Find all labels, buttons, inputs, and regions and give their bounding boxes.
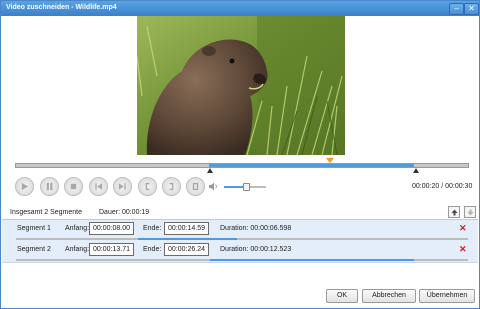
bracket-left-icon <box>145 182 150 191</box>
title-bar: Video zuschneiden - Wildlife.mp4 ‒ ✕ <box>1 1 479 16</box>
end-time-field[interactable]: 00:00:26.24 <box>164 243 209 256</box>
end-time-field[interactable]: 00:00:14.59 <box>164 222 209 235</box>
selection-start-marker[interactable] <box>207 168 213 173</box>
next-frame-button[interactable] <box>113 177 132 196</box>
start-time-field[interactable]: 00:00:08.00 <box>89 222 134 235</box>
volume-icon[interactable] <box>208 182 218 191</box>
video-preview <box>137 16 345 155</box>
move-segment-down-button[interactable] <box>464 206 476 218</box>
volume-level <box>224 186 243 188</box>
skip-back-icon <box>95 183 103 190</box>
move-segment-up-button[interactable] <box>448 206 460 218</box>
set-start-button[interactable] <box>138 177 157 196</box>
apply-button[interactable]: Übernehmen <box>419 289 475 303</box>
volume-slider-handle[interactable] <box>243 183 250 191</box>
video-frame-image <box>137 16 345 155</box>
start-label: Anfang: <box>65 225 90 232</box>
segment-name: Segment 1 <box>17 225 51 232</box>
timeline-selection <box>209 164 414 167</box>
play-segment-button[interactable] <box>186 177 205 196</box>
segment-duration: Duration: 00:00:12.523 <box>220 246 292 253</box>
timeline-seekbar[interactable] <box>15 163 469 168</box>
previous-frame-button[interactable] <box>89 177 108 196</box>
time-display: 00:00:20 / 00:00:30 <box>412 183 473 190</box>
start-label: Anfang: <box>65 246 90 253</box>
pause-button[interactable] <box>40 177 59 196</box>
window-title: Video zuschneiden - Wildlife.mp4 <box>6 4 117 11</box>
close-button[interactable]: ✕ <box>464 3 479 15</box>
stop-button[interactable] <box>64 177 83 196</box>
delete-segment-icon[interactable]: ✕ <box>459 244 467 255</box>
end-label: Ende: <box>143 225 162 232</box>
table-row[interactable]: Segment 1 Anfang: 00:00:08.00 Ende: 00:0… <box>2 220 478 242</box>
delete-segment-icon[interactable]: ✕ <box>459 223 467 234</box>
segment-duration: Duration: 00:00:06.598 <box>220 225 292 232</box>
start-time-field[interactable]: 00:00:13.71 <box>89 243 134 256</box>
arrow-up-icon <box>451 209 457 215</box>
segment-name: Segment 2 <box>17 246 51 253</box>
segments-summary: Insgesamt 2 Segmente <box>10 209 82 216</box>
segment-list: Segment 1 Anfang: 00:00:08.00 Ende: 00:0… <box>2 219 478 280</box>
selection-end-marker[interactable] <box>413 168 419 173</box>
segment-range-fill <box>138 238 238 240</box>
cancel-button[interactable]: Abbrechen <box>362 289 416 303</box>
minimize-button[interactable]: ‒ <box>449 3 464 15</box>
playhead-marker[interactable] <box>326 158 334 163</box>
bracket-right-icon <box>169 182 174 191</box>
skip-forward-icon <box>118 183 126 190</box>
set-end-button[interactable] <box>162 177 181 196</box>
segment-range-bar <box>16 259 468 261</box>
arrow-down-icon <box>467 209 473 215</box>
play-icon <box>21 182 29 191</box>
segment-range-fill <box>210 259 414 261</box>
pause-icon <box>46 182 53 191</box>
table-row[interactable]: Segment 2 Anfang: 00:00:13.71 Ende: 00:0… <box>2 241 478 263</box>
segment-range-bar <box>16 238 468 240</box>
end-label: Ende: <box>143 246 162 253</box>
stop-icon <box>70 183 77 190</box>
play-button[interactable] <box>15 177 34 196</box>
ok-button[interactable]: OK <box>326 289 358 303</box>
video-trim-window: Video zuschneiden - Wildlife.mp4 ‒ ✕ 00:… <box>0 0 480 309</box>
segment-icon <box>192 182 199 191</box>
total-duration: Dauer: 00:00:19 <box>99 209 150 216</box>
